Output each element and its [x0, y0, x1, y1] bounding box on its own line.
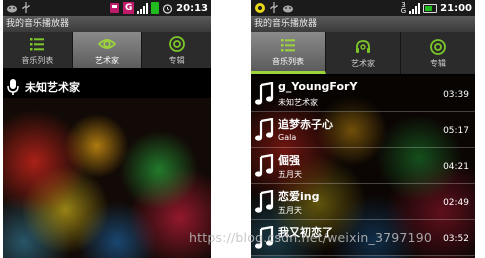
song-list-item[interactable]: 追梦赤子心 Gala 05:17 — [251, 112, 475, 148]
tab-artist[interactable]: 艺术家 — [72, 32, 143, 68]
microphone-icon — [7, 79, 19, 95]
song-title: 追梦赤子心 — [278, 118, 333, 131]
headset-icon — [356, 39, 370, 53]
battery-icon — [151, 2, 160, 14]
eye-icon — [98, 38, 116, 49]
usb-icon — [21, 2, 31, 14]
artist-name: 未知艺术家 — [25, 81, 80, 94]
usb-icon — [269, 2, 279, 14]
watermark: https://blog.csdn.net/weixin_3797190 — [189, 230, 433, 245]
background-wallpaper — [3, 98, 211, 258]
list-icon — [281, 39, 295, 52]
tab-label: 音乐列表 — [21, 55, 54, 65]
song-artist: 未知艺术家 — [278, 98, 318, 107]
song-list-item[interactable]: 恋爱ing 五月天 02:49 — [251, 184, 475, 220]
song-title: 倔强 — [278, 154, 300, 167]
song-title: g_YoungForY — [278, 80, 358, 93]
song-duration: 04:21 — [443, 162, 469, 172]
list-icon — [30, 37, 45, 50]
song-list-item[interactable]: 倔强 五月天 04:21 — [251, 148, 475, 184]
song-list-item[interactable]: g_YoungForY 未知艺术家 03:39 — [251, 76, 475, 112]
artist-list-item[interactable]: 未知艺术家 — [3, 76, 211, 98]
app-title: 我的音乐播放器 — [251, 16, 475, 32]
tab-label: 音乐列表 — [272, 57, 304, 66]
notification-icon — [109, 2, 120, 14]
usb-debug-icon — [282, 2, 294, 14]
tab-label: 专辑 — [430, 58, 446, 68]
song-list: g_YoungForY 未知艺术家 03:39 追梦赤子心 Gala 05:17… — [251, 76, 475, 256]
song-artist: 五月天 — [278, 206, 302, 215]
tab-label: 艺术家 — [351, 58, 375, 68]
alarm-icon — [162, 2, 173, 14]
signal-icon — [409, 2, 421, 14]
network-3g-icon: 3G — [400, 1, 407, 15]
usb-debug-icon — [6, 2, 18, 14]
song-duration: 03:39 — [443, 90, 469, 100]
battery-icon — [423, 3, 438, 13]
song-duration: 03:52 — [443, 234, 469, 244]
signal-icon — [137, 2, 149, 14]
tab-music-list[interactable]: 音乐列表 — [3, 32, 73, 68]
tab-artist[interactable]: 艺术家 — [326, 32, 401, 74]
music-note-icon — [255, 82, 274, 105]
status-clock: 21:00 — [440, 2, 472, 14]
tab-album[interactable]: 专辑 — [142, 32, 211, 68]
status-bar: 3G 21:00 — [251, 0, 475, 16]
song-title: 恋爱ing — [278, 190, 320, 203]
song-artist: Gala — [278, 133, 297, 142]
song-duration: 02:49 — [443, 198, 469, 208]
status-clock: 20:13 — [176, 2, 208, 14]
tab-label: 艺术家 — [95, 55, 119, 65]
tab-album[interactable]: 专辑 — [401, 32, 475, 74]
tab-label: 专辑 — [168, 55, 185, 65]
music-note-icon — [255, 190, 274, 213]
notification-icon — [254, 2, 266, 14]
music-note-icon — [255, 154, 274, 177]
tab-music-list[interactable]: 音乐列表 — [251, 32, 326, 74]
disc-icon — [430, 38, 446, 55]
app-title: 我的音乐播放器 — [3, 16, 211, 32]
phone-screen-artists: G 20:13 我的音乐播放器 音乐列表 艺术家 专辑 未知艺术家 — [3, 0, 211, 258]
phone-screen-music-list: 3G 21:00 我的音乐播放器 音乐列表 艺术家 专辑 g_YoungForY… — [251, 0, 475, 258]
network-g-icon: G — [123, 2, 135, 14]
song-artist: 五月天 — [278, 170, 302, 179]
music-note-icon — [255, 118, 274, 141]
tab-bar: 音乐列表 艺术家 专辑 — [251, 32, 475, 74]
status-bar: G 20:13 — [3, 0, 211, 16]
disc-icon — [168, 35, 185, 52]
tab-bar: 音乐列表 艺术家 专辑 — [3, 32, 211, 68]
song-duration: 05:17 — [443, 126, 469, 136]
